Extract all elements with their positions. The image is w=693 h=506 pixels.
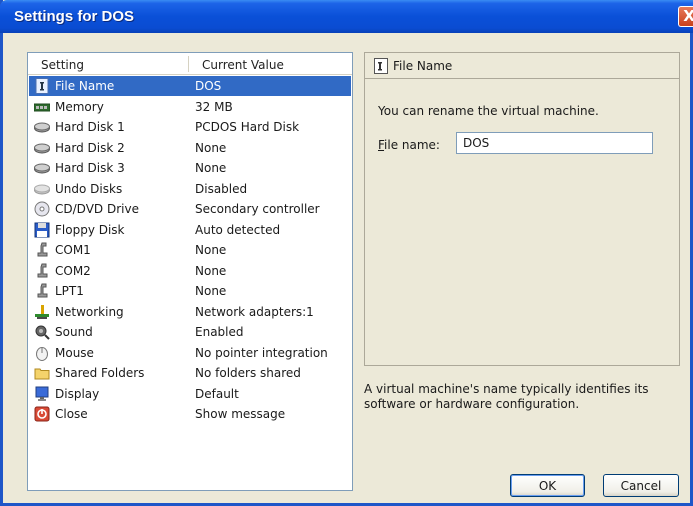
setting-name: File Name (55, 79, 115, 93)
list-header: Setting Current Value (28, 53, 352, 75)
setting-value: None (195, 243, 227, 257)
shared-folders-icon (34, 368, 50, 380)
window-title: Settings for DOS (14, 8, 135, 25)
setting-name: Mouse (55, 345, 94, 360)
settings-row[interactable]: Hard Disk 1 PCDOS Hard Disk (29, 117, 351, 137)
sound-icon (35, 325, 50, 340)
setting-name: Close (55, 407, 88, 421)
hard-disk-icon (34, 163, 50, 174)
close-window-button[interactable]: X (678, 6, 693, 27)
settings-row[interactable]: Hard Disk 2 None (29, 138, 351, 158)
settings-row[interactable]: Floppy Disk Auto detected (29, 220, 351, 240)
setting-name: Hard Disk 2 (55, 140, 125, 155)
settings-row[interactable]: Memory 32 MB (29, 97, 351, 117)
setting-value: None (195, 263, 227, 278)
detail-message: You can rename the virtual machine. (378, 104, 599, 118)
setting-name: Floppy Disk (55, 222, 125, 237)
file-name-icon (374, 58, 388, 74)
column-header-current-value[interactable]: Current Value (202, 58, 284, 72)
setting-name: Shared Folders (55, 366, 145, 380)
settings-row[interactable]: Display Default (29, 384, 351, 404)
detail-header: File Name (365, 53, 679, 79)
settings-dialog: Settings for DOS X Setting Current Value… (0, 0, 693, 506)
settings-row[interactable]: Mouse No pointer integration (29, 343, 351, 363)
setting-value: Enabled (195, 325, 244, 339)
settings-row[interactable]: Shared Folders No folders shared (29, 363, 351, 383)
column-divider[interactable] (188, 56, 189, 72)
settings-row[interactable]: Sound Enabled (29, 322, 351, 342)
settings-row[interactable]: Undo Disks Disabled (29, 179, 351, 199)
hard-disk-icon (34, 143, 50, 153)
setting-name: Undo Disks (55, 181, 123, 196)
setting-value: PCDOS Hard Disk (195, 120, 300, 134)
memory-icon (34, 103, 50, 111)
setting-value: Default (195, 386, 239, 401)
file-name-icon (35, 78, 49, 94)
settings-row[interactable]: Hard Disk 3 None (29, 158, 351, 178)
setting-name: Hard Disk 3 (55, 161, 125, 175)
setting-value: None (195, 284, 227, 298)
file-name-label-text: ile name: (384, 138, 440, 152)
detail-heading: File Name (393, 59, 453, 73)
settings-row[interactable]: File Name DOS (29, 76, 351, 96)
setting-value: Secondary controller (195, 202, 320, 216)
setting-value: DOS (195, 79, 222, 93)
settings-row[interactable]: Networking Network adapters:1 (29, 302, 351, 322)
column-header-setting[interactable]: Setting (41, 58, 84, 72)
hard-disk-icon (34, 122, 50, 133)
setting-value: Show message (195, 407, 286, 421)
title-bar[interactable]: Settings for DOS X (0, 0, 693, 33)
detail-panel: File Name You can rename the virtual mac… (364, 52, 680, 366)
com-port-icon (37, 242, 48, 257)
ok-button[interactable]: OK (510, 474, 585, 497)
setting-value: Network adapters:1 (195, 304, 314, 319)
setting-value: Auto detected (195, 222, 281, 237)
setting-name: CD/DVD Drive (55, 202, 139, 216)
mouse-icon (36, 346, 48, 361)
cd-dvd-icon (34, 201, 50, 217)
setting-name: COM2 (55, 263, 91, 278)
file-name-field[interactable] (456, 132, 653, 154)
networking-icon (35, 304, 49, 319)
dialog-client-area: Setting Current Value File Name DOS Memory… (3, 33, 690, 503)
close-setting-icon (34, 406, 50, 422)
display-icon (35, 386, 49, 401)
setting-name: Hard Disk 1 (55, 120, 125, 134)
setting-value: No folders shared (195, 366, 301, 380)
setting-value: None (195, 140, 227, 155)
settings-row[interactable]: CD/DVD Drive Secondary controller (29, 199, 351, 219)
setting-name: COM1 (55, 243, 91, 257)
settings-list[interactable]: Setting Current Value File Name DOS Memory… (27, 52, 353, 491)
undo-disks-icon (34, 184, 50, 194)
setting-value: No pointer integration (195, 345, 328, 360)
setting-value: Disabled (195, 181, 248, 196)
settings-row[interactable]: LPT1 None (29, 281, 351, 301)
hint-text: A virtual machine's name typically ident… (364, 382, 649, 411)
setting-value: 32 MB (195, 99, 233, 114)
settings-row[interactable]: COM2 None (29, 261, 351, 281)
setting-name: Sound (55, 325, 93, 339)
setting-name: Networking (55, 304, 124, 319)
setting-name: Memory (55, 99, 104, 114)
floppy-disk-icon (34, 222, 50, 237)
lpt-port-icon (37, 283, 48, 298)
setting-name: Display (55, 386, 100, 401)
setting-value: None (195, 161, 227, 175)
settings-row[interactable]: COM1 None (29, 240, 351, 260)
com-port-icon (37, 263, 48, 277)
settings-row[interactable]: Close Show message (29, 404, 351, 424)
file-name-label: File name: (378, 138, 440, 152)
setting-name: LPT1 (55, 284, 84, 298)
cancel-button[interactable]: Cancel (603, 474, 679, 497)
